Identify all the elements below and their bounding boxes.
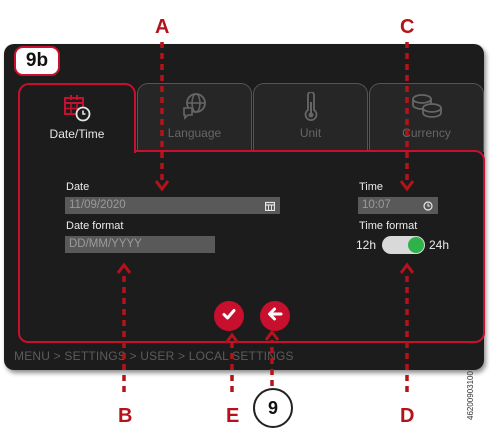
date-format-label: Date format: [66, 220, 124, 232]
check-icon: [221, 306, 237, 327]
thermometer-icon: [301, 91, 321, 127]
calendar-clock-icon: [62, 93, 92, 128]
document-id: 46200903100: [466, 371, 475, 420]
time-format-12h[interactable]: 12h: [356, 238, 376, 252]
confirm-button[interactable]: [214, 301, 244, 331]
tab-date-time[interactable]: Date/Time: [18, 83, 136, 153]
time-format-label: Time format: [359, 220, 418, 232]
tab-label: Language: [167, 126, 222, 140]
step-badge: 9b: [14, 46, 60, 76]
tab-label: Currency: [402, 126, 451, 140]
time-field[interactable]: 10:07: [358, 197, 438, 214]
back-button[interactable]: [260, 301, 290, 331]
tab-label: Unit: [299, 126, 322, 140]
callout-c: C: [400, 16, 415, 38]
clock-icon: [423, 197, 433, 217]
toggle-knob: [408, 237, 424, 253]
tab-language[interactable]: Language: [137, 83, 252, 152]
date-format-field[interactable]: DD/MM/YYYY: [65, 236, 215, 253]
callout-b: B: [118, 405, 133, 427]
step-9-marker: 9: [253, 388, 293, 428]
tab-label: Date/Time: [49, 127, 105, 141]
date-field[interactable]: 11/09/2020: [65, 197, 280, 214]
callout-e: E: [226, 405, 240, 427]
date-label: Date: [66, 181, 90, 193]
globe-chat-icon: [181, 92, 209, 125]
back-arrow-icon: [267, 306, 283, 327]
date-value: 11/09/2020: [69, 199, 126, 211]
time-value: 10:07: [362, 199, 391, 211]
coins-icon: [410, 92, 444, 125]
callout-d: D: [400, 405, 415, 427]
date-format-value: DD/MM/YYYY: [69, 238, 142, 250]
tab-currency[interactable]: Currency: [369, 83, 484, 152]
time-format-24h[interactable]: 24h: [429, 238, 449, 252]
callout-a: A: [155, 16, 170, 38]
time-label: Time: [359, 181, 384, 193]
calendar-icon: [264, 197, 276, 217]
breadcrumb: MENU > SETTINGS > USER > LOCAL SETTINGS: [14, 349, 294, 363]
tab-unit[interactable]: Unit: [253, 83, 368, 152]
time-format-toggle[interactable]: [382, 236, 425, 254]
